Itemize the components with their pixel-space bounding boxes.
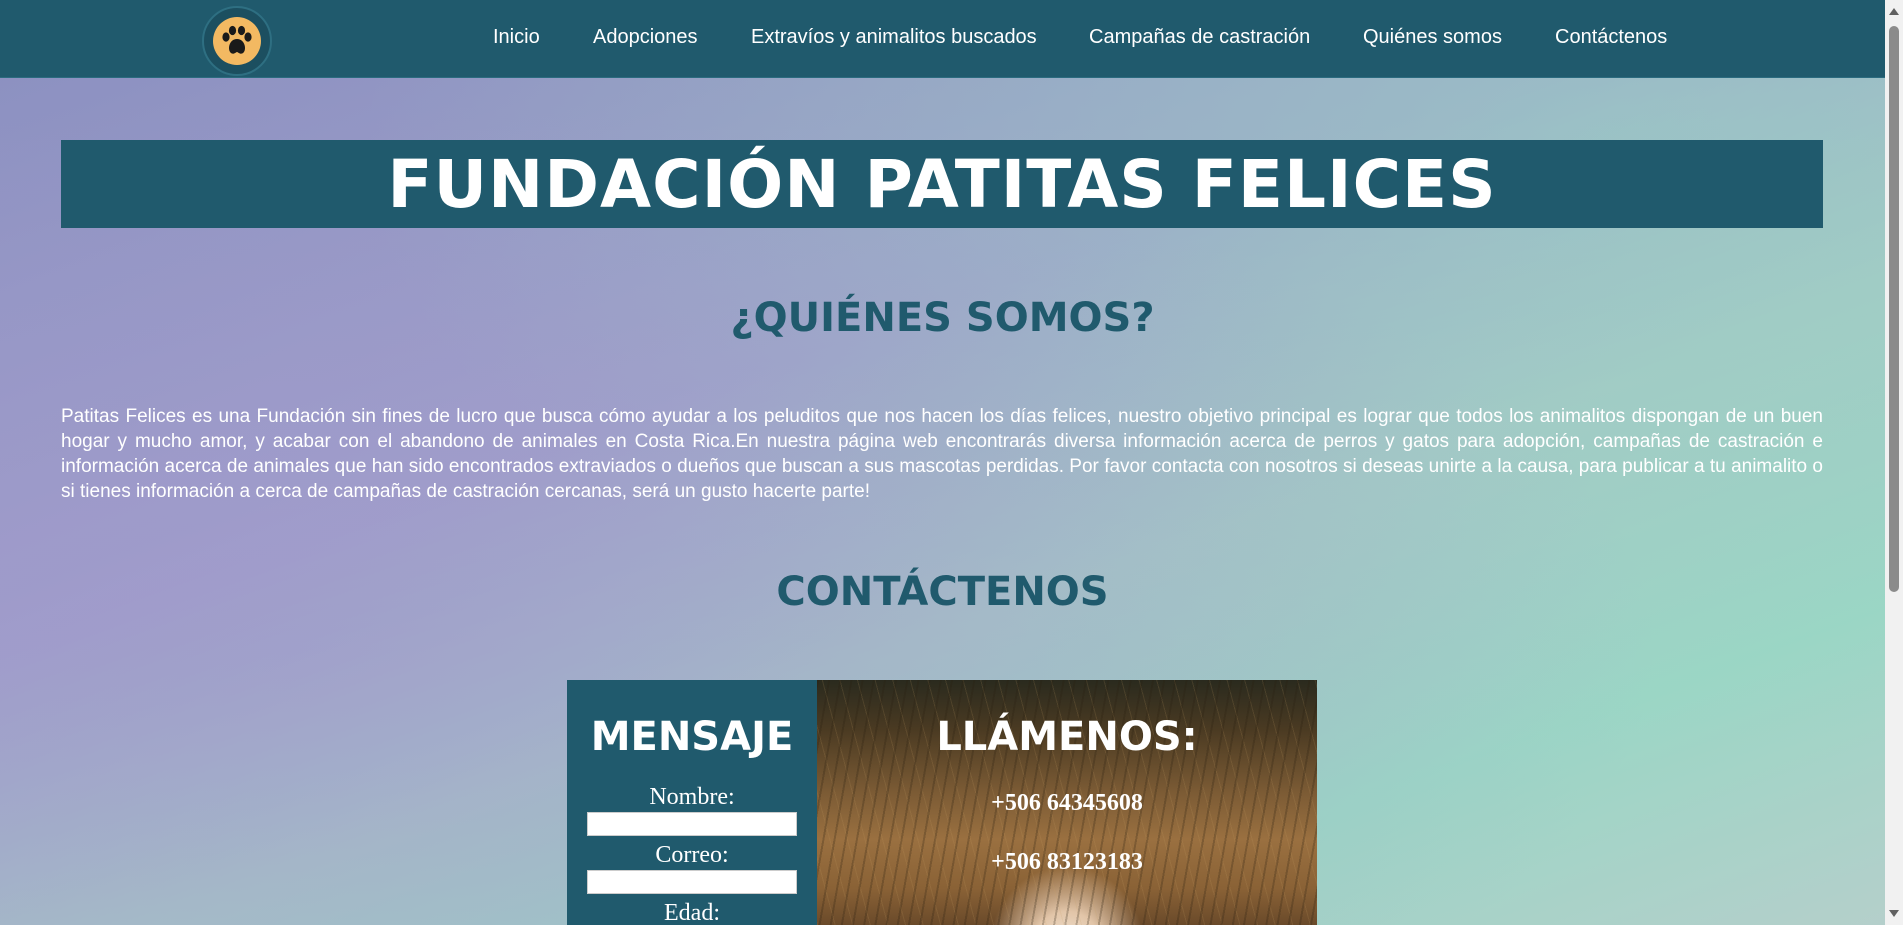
- call-us-panel: LLÁMENOS: +506 64345608 +506 83123183: [817, 680, 1317, 925]
- contact-section: MENSAJE Nombre: Correo: Edad: LLÁMENOS: …: [567, 680, 1317, 925]
- about-heading: ¿QUIÉNES SOMOS?: [730, 295, 1155, 341]
- message-form-panel: MENSAJE Nombre: Correo: Edad:: [567, 680, 817, 925]
- hero-banner: FUNDACIÓN PATITAS FELICES: [61, 140, 1823, 228]
- about-paragraph: Patitas Felices es una Fundación sin fin…: [61, 406, 1823, 502]
- name-label: Nombre:: [649, 784, 735, 810]
- message-form-title: MENSAJE: [590, 714, 794, 760]
- email-input[interactable]: [587, 870, 797, 894]
- scroll-down-arrow-icon[interactable]: [1889, 910, 1899, 917]
- nav-link-castracion[interactable]: Campañas de castración: [1089, 26, 1310, 49]
- page-title: FUNDACIÓN PATITAS FELICES: [387, 145, 1497, 223]
- scroll-up-arrow-icon[interactable]: [1889, 8, 1899, 15]
- name-input[interactable]: [587, 812, 797, 836]
- phone-number-1: +506 64345608: [991, 790, 1143, 816]
- nav-link-extravios[interactable]: Extravíos y animalitos buscados: [751, 26, 1037, 49]
- nav-link-adopciones[interactable]: Adopciones: [593, 26, 698, 49]
- phone-number-2: +506 83123183: [991, 849, 1143, 875]
- top-navbar: Inicio Adopciones Extravíos y animalitos…: [0, 0, 1885, 78]
- contact-heading: CONTÁCTENOS: [776, 569, 1109, 615]
- scrollbar-thumb[interactable]: [1889, 26, 1899, 592]
- email-label: Correo:: [655, 842, 729, 868]
- age-label: Edad:: [664, 900, 720, 925]
- main-navigation: Inicio Adopciones Extravíos y animalitos…: [0, 0, 1885, 77]
- nav-link-inicio[interactable]: Inicio: [493, 26, 540, 49]
- nav-link-contactenos[interactable]: Contáctenos: [1555, 26, 1667, 49]
- vertical-scrollbar[interactable]: [1885, 0, 1903, 925]
- nav-link-quienes-somos[interactable]: Quiénes somos: [1363, 26, 1502, 49]
- call-us-title: LLÁMENOS:: [936, 714, 1198, 760]
